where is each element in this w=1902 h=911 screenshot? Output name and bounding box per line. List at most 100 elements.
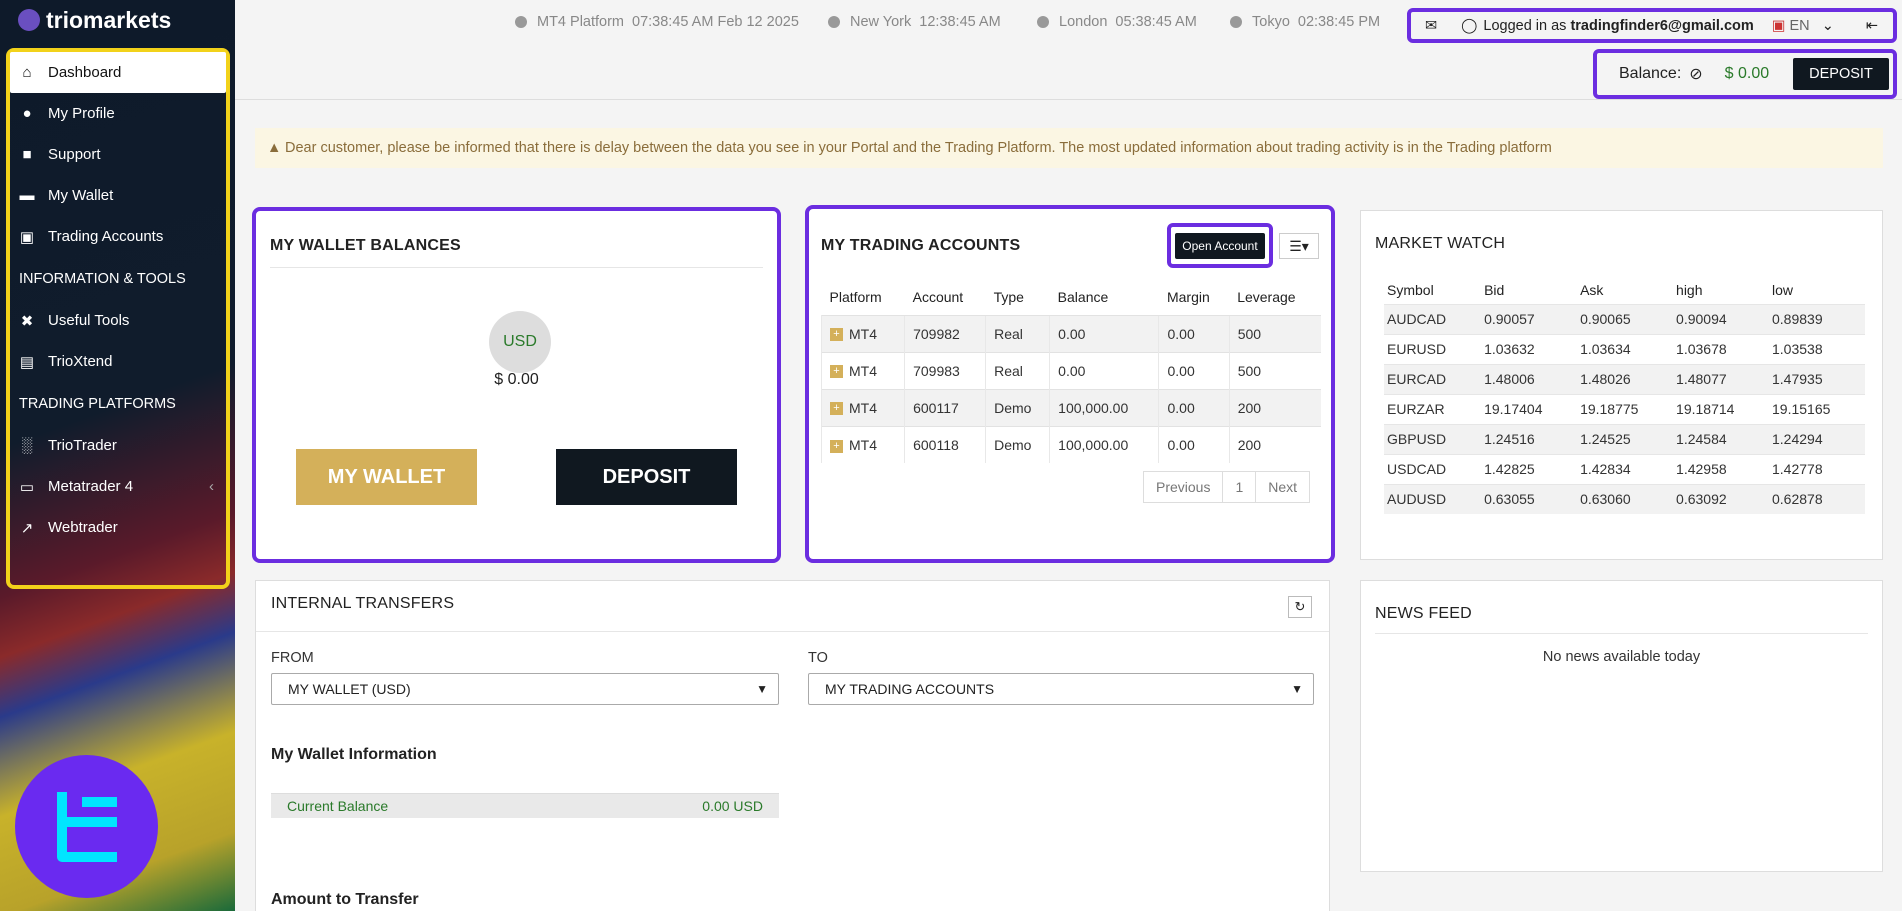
table-row: USDCAD 1.42825 1.42834 1.42958 1.42778 [1384, 453, 1865, 484]
table-cell: 200 [1228, 425, 1321, 463]
expand-plus-icon[interactable]: + [830, 439, 843, 453]
list-menu-icon: ☰▾ [1289, 237, 1309, 254]
current-balance-value: 0.00 USD [702, 798, 763, 814]
table-cell: 19.18714 [1673, 393, 1769, 424]
sidebar-item-label: TrioTrader [48, 437, 117, 454]
from-label: FROM [271, 650, 314, 666]
expand-plus-icon[interactable]: + [830, 328, 843, 342]
clock-icon [1037, 16, 1049, 28]
column-header: Symbol [1387, 281, 1434, 298]
delay-notice: ▲ Dear customer, please be informed that… [255, 128, 1883, 168]
pagination-previous[interactable]: Previous [1144, 472, 1224, 502]
table-row[interactable]: + MT4 709982 Real 0.00 0.00 500 [820, 314, 1321, 352]
platform-cell: MT4 [849, 399, 877, 416]
table-cell: 600117 [904, 388, 986, 426]
table-cell: Real [985, 314, 1050, 352]
panel-title: MARKET WATCH [1375, 235, 1506, 252]
table-row[interactable]: + MT4 709983 Real 0.00 0.00 500 [820, 351, 1321, 389]
expand-plus-icon[interactable]: + [830, 402, 843, 416]
platform-cell: MT4 [849, 436, 877, 453]
clock-time: 07:38:45 AM Feb 12 2025 [632, 14, 799, 30]
open-account-highlight: Open Account [1167, 223, 1273, 268]
notice-text: Dear customer, please be informed that t… [285, 140, 1552, 156]
to-select[interactable]: MY TRADING ACCOUNTS ▼ [808, 673, 1314, 705]
sidebar-item-label: Useful Tools [48, 312, 130, 329]
table-cell: 600118 [904, 425, 986, 463]
table-cell: AUDUSD [1384, 483, 1482, 514]
balance-label: Balance: [1619, 65, 1682, 82]
sidebar-item-triotrader[interactable]: ░ TrioTrader [10, 425, 226, 466]
sidebar-item-label: TrioXtend [48, 353, 113, 370]
table-cell: 0.90094 [1673, 303, 1769, 334]
brand-logo[interactable]: triomarkets [0, 0, 235, 40]
deposit-button[interactable]: DEPOSIT [1793, 58, 1889, 90]
table-cell: 19.17404 [1481, 393, 1578, 424]
my-wallet-button[interactable]: MY WALLET [296, 449, 477, 505]
chevron-down-icon: ▼ [756, 682, 768, 696]
table-cell: 100,000.00 [1049, 425, 1159, 463]
internal-transfers-panel: INTERNAL TRANSFERS ↻ FROM MY WALLET (USD… [255, 580, 1330, 911]
mail-icon[interactable]: ✉ [1425, 18, 1437, 34]
table-cell: 1.48026 [1577, 363, 1674, 394]
clock-london: London 05:38:45 AM [1037, 14, 1197, 30]
refresh-button[interactable]: ↻ [1288, 596, 1312, 618]
table-cell: 19.15165 [1769, 393, 1865, 424]
sidebar-item-webtrader[interactable]: ↗ Webtrader [10, 507, 226, 548]
list-menu-button[interactable]: ☰▾ [1279, 233, 1319, 259]
table-row[interactable]: + MT4 600117 Demo 100,000.00 0.00 200 [820, 388, 1321, 426]
table-header-row: Platform Account Type Balance Margin Lev… [822, 279, 1322, 315]
table-cell: 0.00 [1158, 314, 1230, 352]
pagination-next[interactable]: Next [1256, 472, 1309, 502]
table-cell: EURZAR [1384, 393, 1482, 424]
column-header: Margin [1166, 288, 1210, 305]
clock-icon [515, 16, 527, 28]
wallet-deposit-button[interactable]: DEPOSIT [556, 449, 737, 505]
table-cell: USDCAD [1384, 453, 1482, 484]
table-row: GBPUSD 1.24516 1.24525 1.24584 1.24294 [1384, 423, 1865, 454]
open-account-button[interactable]: Open Account [1175, 232, 1265, 259]
table-cell: 0.00 [1158, 351, 1230, 389]
from-select[interactable]: MY WALLET (USD) ▼ [271, 673, 779, 705]
column-header: high [1676, 281, 1703, 298]
eye-slash-icon[interactable]: ⊘ [1689, 64, 1702, 84]
table-cell: 709983 [904, 351, 986, 389]
sidebar-item-metatrader-4[interactable]: ▭ Metatrader 4 ‹ [10, 466, 226, 507]
table-cell: + MT4 [820, 314, 905, 352]
table-cell: 1.24584 [1673, 423, 1769, 454]
sidebar-item-label: Support [48, 146, 101, 163]
table-cell: 1.24294 [1769, 423, 1865, 454]
briefcase-icon: ▣ [19, 228, 35, 246]
table-cell: 0.00 [1158, 388, 1230, 426]
language-selector[interactable]: ▣ EN ⌄ [1772, 18, 1834, 34]
table-cell: 0.89839 [1769, 303, 1865, 334]
sidebar-item-dashboard[interactable]: ⌂ Dashboard [10, 52, 226, 93]
user-icon: ● [22, 105, 32, 122]
sidebar-item-label: My Profile [48, 105, 115, 122]
pagination-page[interactable]: 1 [1223, 472, 1257, 502]
sidebar-item-support[interactable]: ■ Support [10, 134, 226, 175]
table-cell: 0.63055 [1481, 483, 1578, 514]
sidebar-item-trioxtend[interactable]: ▤ TrioXtend [10, 341, 226, 382]
table-row[interactable]: + MT4 600118 Demo 100,000.00 0.00 200 [820, 425, 1321, 463]
column-header: Account [912, 288, 964, 305]
brand-name: triomarkets [46, 6, 172, 33]
pagination: Previous 1 Next [1143, 471, 1311, 503]
sidebar-item-trading-accounts[interactable]: ▣ Trading Accounts [10, 216, 226, 257]
sidebar-item-my-wallet[interactable]: ▬ My Wallet [10, 175, 226, 216]
tf-logo-icon [56, 791, 117, 862]
clock-label: Tokyo [1252, 14, 1290, 30]
table-cell: 0.00 [1049, 351, 1159, 389]
tradingfinder-watermark-logo [15, 755, 158, 898]
logout-icon[interactable]: ⇤ [1866, 18, 1878, 34]
table-row: EURCAD 1.48006 1.48026 1.48077 1.47935 [1384, 363, 1865, 394]
topbar: MT4 Platform 07:38:45 AM Feb 12 2025 New… [235, 0, 1902, 100]
sidebar-item-useful-tools[interactable]: ✖ Useful Tools [10, 300, 226, 341]
clock-icon [828, 16, 840, 28]
clock-icon [1230, 16, 1242, 28]
sidebar-item-my-profile[interactable]: ● My Profile [10, 93, 226, 134]
flag-uk-icon: ▣ [1771, 17, 1786, 34]
table-cell: 1.03634 [1577, 333, 1674, 364]
table-row: AUDCAD 0.90057 0.90065 0.90094 0.89839 [1384, 303, 1865, 334]
divider [270, 267, 763, 268]
expand-plus-icon[interactable]: + [830, 365, 843, 379]
